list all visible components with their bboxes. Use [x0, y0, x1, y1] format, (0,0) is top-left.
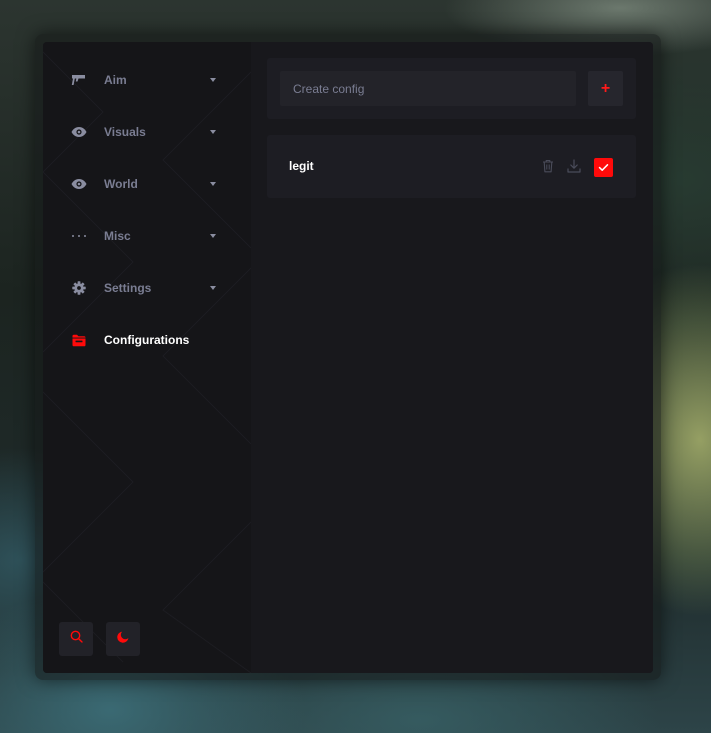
chevron-down-icon — [210, 182, 216, 186]
sidebar-item-label: Misc — [104, 229, 131, 243]
eye-icon — [71, 124, 87, 140]
sidebar-item-configurations[interactable]: Configurations — [43, 322, 251, 358]
config-item[interactable]: legit — [267, 135, 636, 198]
search-button[interactable] — [59, 622, 93, 656]
check-icon — [598, 164, 609, 171]
sidebar-item-visuals[interactable]: Visuals — [43, 114, 251, 150]
gun-icon — [71, 72, 87, 88]
select-config-checkbox[interactable] — [594, 158, 613, 177]
sidebar-item-label: World — [104, 177, 138, 191]
trash-icon[interactable] — [539, 157, 557, 175]
sidebar-item-label: Configurations — [104, 333, 190, 347]
sidebar: Aim Visuals World Misc Settings Configur… — [43, 42, 251, 673]
theme-toggle-button[interactable] — [106, 622, 140, 656]
config-name: legit — [289, 159, 314, 173]
chevron-down-icon — [210, 234, 216, 238]
folder-icon — [71, 332, 87, 348]
download-icon[interactable] — [565, 157, 583, 175]
sidebar-item-label: Settings — [104, 281, 152, 295]
eye-icon — [71, 176, 87, 192]
sidebar-item-misc[interactable]: Misc — [43, 218, 251, 254]
sidebar-item-aim[interactable]: Aim — [43, 62, 251, 98]
plus-icon: + — [600, 79, 611, 97]
create-config-input[interactable] — [280, 71, 576, 106]
create-config-panel: + — [267, 58, 636, 119]
search-icon — [70, 630, 83, 648]
sidebar-item-label: Visuals — [104, 125, 146, 139]
sidebar-item-label: Aim — [104, 73, 127, 87]
main-content: + legit — [251, 42, 653, 673]
dots-icon — [71, 228, 87, 244]
sidebar-item-settings[interactable]: Settings — [43, 270, 251, 306]
app-window: Aim Visuals World Misc Settings Configur… — [43, 42, 653, 673]
chevron-down-icon — [210, 130, 216, 134]
sidebar-item-world[interactable]: World — [43, 166, 251, 202]
add-config-button[interactable]: + — [588, 71, 623, 106]
gear-icon — [71, 280, 87, 296]
moon-icon — [117, 630, 129, 648]
chevron-down-icon — [210, 286, 216, 290]
chevron-down-icon — [210, 78, 216, 82]
